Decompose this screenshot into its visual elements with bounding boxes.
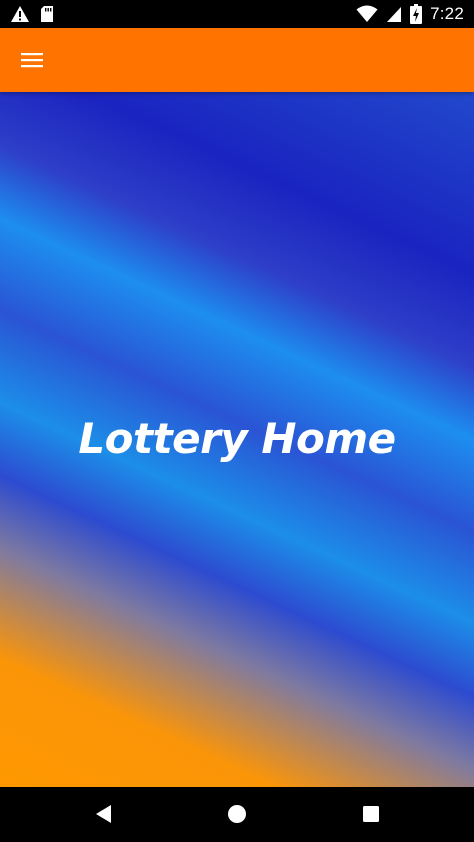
status-left-icons bbox=[10, 3, 54, 25]
home-button[interactable] bbox=[222, 799, 252, 829]
warning-icon bbox=[10, 5, 30, 23]
menu-button[interactable] bbox=[12, 40, 52, 80]
hamburger-menu-icon bbox=[21, 52, 43, 68]
wifi-icon bbox=[356, 5, 378, 23]
navigation-bar bbox=[0, 787, 474, 842]
home-icon bbox=[227, 804, 247, 824]
home-content: Lottery Home bbox=[0, 92, 474, 787]
app-screen: 7:22 Lottery Home bbox=[0, 0, 474, 842]
sd-card-icon bbox=[40, 5, 54, 23]
status-bar: 7:22 bbox=[0, 0, 474, 28]
back-icon bbox=[95, 804, 113, 824]
page-title: Lottery Home bbox=[78, 414, 396, 463]
status-right-icons: 7:22 bbox=[356, 3, 464, 25]
signal-icon bbox=[386, 5, 402, 23]
status-time: 7:22 bbox=[430, 4, 464, 23]
battery-charging-icon bbox=[410, 4, 423, 24]
recents-button[interactable] bbox=[356, 799, 386, 829]
recents-icon bbox=[362, 805, 380, 823]
back-button[interactable] bbox=[89, 799, 119, 829]
app-bar bbox=[0, 28, 474, 92]
